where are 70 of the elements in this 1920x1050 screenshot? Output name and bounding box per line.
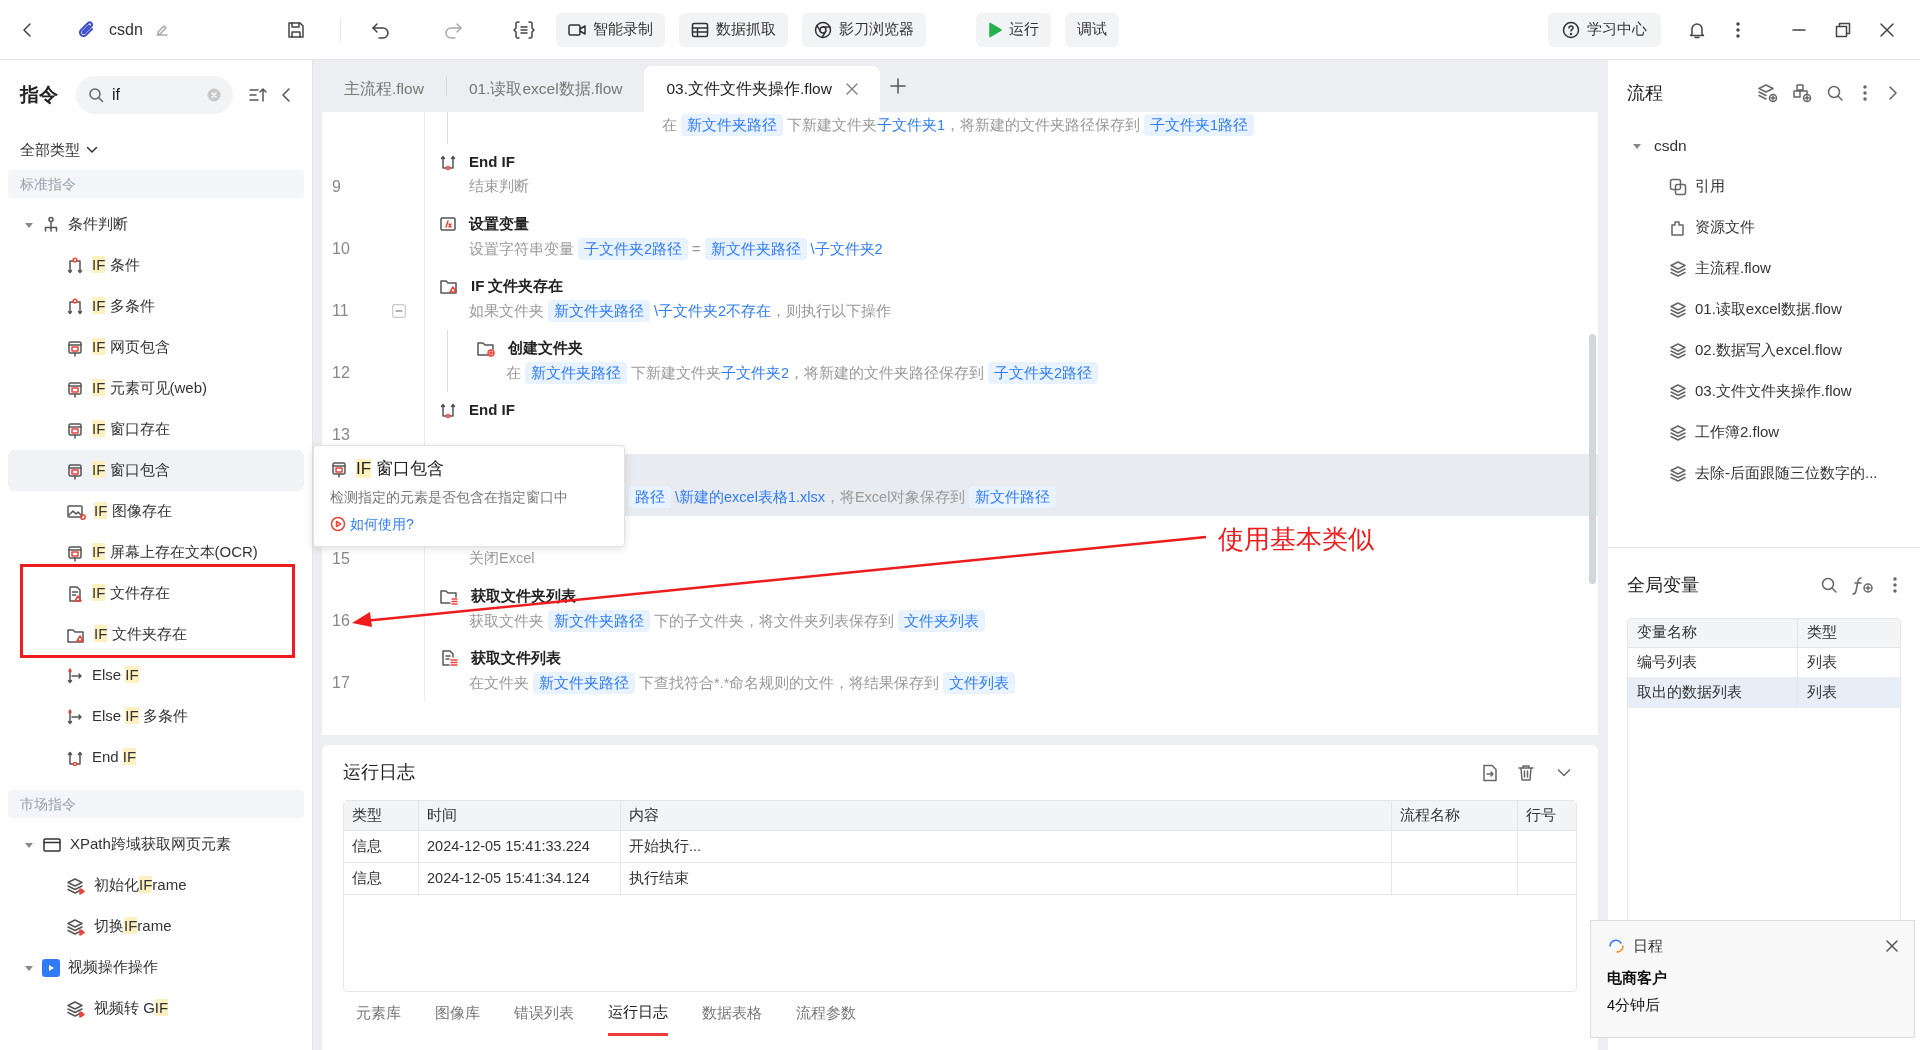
project-name: csdn	[109, 19, 143, 40]
step-description: 在 新文件夹路径 下新建文件夹子文件夹2，将新建的文件夹路径保存到 子文件夹2路径	[506, 361, 1103, 385]
line-number: 11	[332, 302, 349, 319]
table-cell-text: 信息	[352, 868, 382, 888]
notification-app: 日程	[1633, 936, 1663, 956]
step-title: IF 文件夹存在	[471, 275, 564, 296]
notification-subject: 电商客户	[1607, 968, 1668, 988]
search-match: IF	[92, 543, 106, 561]
step-title: 创建文件夹	[508, 337, 583, 358]
search-match: IF	[92, 461, 106, 479]
line-number: 10	[332, 240, 350, 257]
search-match: IF	[92, 297, 106, 315]
step-description: 如果文件夹 新文件夹路径 \子文件夹2不存在，则执行以下操作	[469, 299, 892, 323]
step-title: End IF	[469, 399, 515, 420]
search-match: IF	[92, 584, 106, 602]
search-match: IF	[125, 707, 139, 725]
table-cell-text: 2024-12-05 15:41:34.124	[427, 868, 590, 888]
column-header: 变量名称	[1637, 623, 1697, 643]
column-header: 行号	[1526, 805, 1556, 825]
search-match: IF	[92, 379, 106, 397]
search-match: IF	[92, 420, 106, 438]
step-description: 关闭Excel	[469, 549, 535, 569]
table-cell-text: 列表	[1807, 682, 1837, 702]
column-header: 内容	[629, 805, 659, 825]
step-description: 在文件夹 新文件夹路径 下查找符合*.*命名规则的文件，将结果保存到 文件列表	[469, 671, 1020, 695]
step-title: 获取文件列表	[471, 647, 561, 668]
column-header: 类型	[352, 805, 382, 825]
column-header: 时间	[427, 805, 457, 825]
table-cell-text: 执行结束	[629, 868, 689, 888]
section-header: 市场指令	[8, 790, 304, 818]
search-match: IF	[122, 748, 137, 766]
search-match: IF	[94, 502, 108, 520]
search-match: IF	[92, 256, 106, 274]
search-match: IF	[125, 666, 139, 684]
search-match: IF	[92, 338, 106, 356]
line-number: 17	[332, 674, 350, 691]
line-number: 12	[332, 364, 350, 381]
search-match: IF	[356, 459, 372, 478]
step-description: 获取文件夹 新文件夹路径 下的子文件夹，将文件夹列表保存到 文件夹列表	[469, 609, 989, 633]
table-cell-text: 开始执行...	[629, 836, 702, 856]
line-number: 13	[332, 426, 350, 443]
search-match: IF	[139, 876, 153, 894]
tooltip-title: IF 窗口包含	[356, 458, 444, 480]
line-number: 16	[332, 612, 350, 629]
step-description: 路径 \新建的excel表格1.xlsx，将Excel对象保存到 新文件路径	[625, 485, 1061, 509]
search-match: IF	[94, 625, 108, 643]
step-title: End IF	[469, 151, 515, 172]
step-description: 在 新文件夹路径 下新建文件夹子文件夹1，将新建的文件夹路径保存到 子文件夹1路径	[662, 113, 1259, 137]
table-cell-text: 2024-12-05 15:41:33.224	[427, 836, 590, 856]
table-cell-text: 信息	[352, 836, 382, 856]
section-header: 标准指令	[8, 170, 304, 198]
search-match: IF	[154, 999, 169, 1017]
panel-title: 运行日志	[343, 761, 415, 784]
line-number: 9	[332, 178, 341, 195]
step-title: 设置变量	[469, 213, 529, 234]
search-match: IF	[124, 917, 138, 935]
step-description: 设置字符串变量 子文件夹2路径 = 新文件夹路径 \子文件夹2	[469, 237, 883, 261]
notification-time: 4分钟后	[1607, 996, 1662, 1016]
step-description: 结束判断	[469, 177, 529, 197]
table-cell-text: 列表	[1807, 652, 1837, 672]
panel-title: 流程	[1627, 81, 1663, 105]
table-cell-text: 编号列表	[1637, 652, 1697, 672]
table-cell-text: 取出的数据列表	[1637, 682, 1742, 702]
annotation-text: 使用基本类似	[1218, 523, 1374, 556]
line-number: 15	[332, 550, 350, 567]
tooltip-description: 检测指定的元素是否包含在指定窗口中	[330, 488, 569, 507]
panel-title: 全局变量	[1627, 573, 1699, 597]
column-header: 流程名称	[1400, 805, 1460, 825]
panel-title: 指令	[20, 82, 58, 107]
column-header: 类型	[1807, 623, 1837, 643]
